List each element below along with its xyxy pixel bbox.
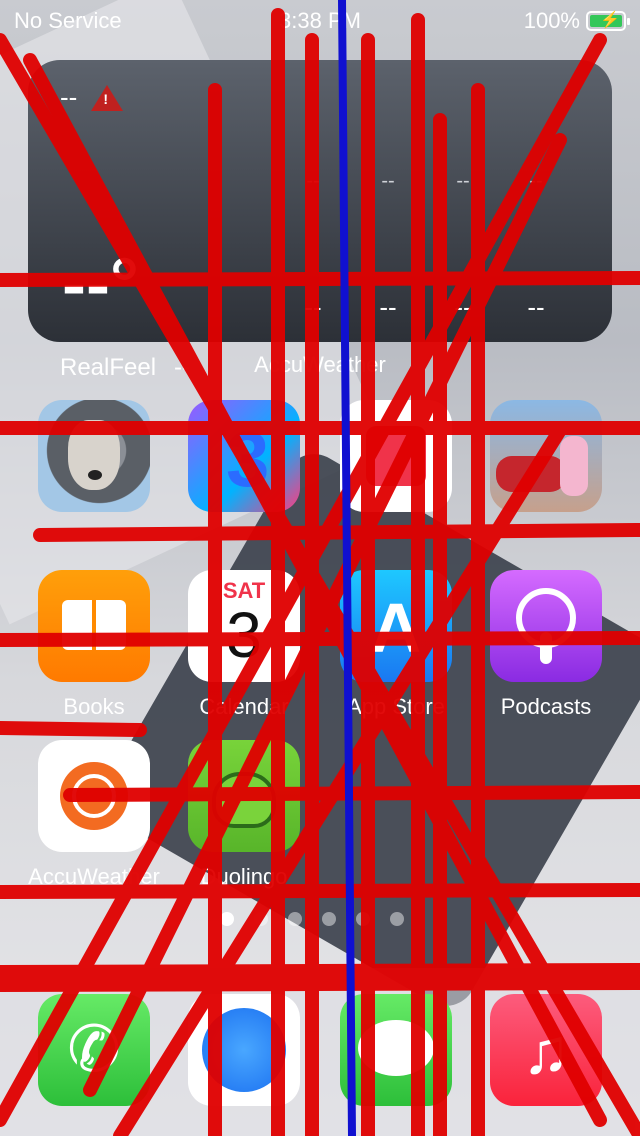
duolingo-owl-icon xyxy=(188,740,300,852)
app-label: Podcasts xyxy=(500,694,592,719)
app-label: Books xyxy=(63,694,125,719)
books-icon xyxy=(38,570,150,682)
widget-temperature: --° xyxy=(62,244,139,324)
page-indicator[interactable] xyxy=(220,912,404,926)
forecast-hour: -- xyxy=(456,170,470,192)
app-number-game[interactable]: 3 xyxy=(188,400,300,524)
app-wolf-game[interactable] xyxy=(38,400,150,524)
page-dot[interactable] xyxy=(322,912,336,926)
podcasts-icon xyxy=(490,570,602,682)
app-label: Calendar xyxy=(199,694,289,719)
weather-widget[interactable]: -- ! --° RealFeel -- -- -- -- -- -- -- -… xyxy=(28,60,612,381)
app-label: AccuWeather xyxy=(28,864,160,889)
clock: 3:38 PM xyxy=(279,8,361,33)
app-app-store[interactable]: A App Store xyxy=(340,570,452,720)
page-dot[interactable] xyxy=(254,912,268,926)
forecast-hour: -- xyxy=(306,170,320,192)
forecast-temp: -- xyxy=(454,292,472,322)
app-calendar[interactable]: SAT 3 Calendar xyxy=(188,570,300,720)
app-news[interactable] xyxy=(340,400,452,524)
dock-music[interactable]: ♫ xyxy=(490,994,602,1106)
app-label: App Store xyxy=(347,694,445,719)
calendar-icon: SAT 3 xyxy=(188,570,300,682)
app-label: Duolingo xyxy=(200,864,288,889)
safari-compass-icon xyxy=(188,994,300,1106)
music-note-icon: ♫ xyxy=(490,994,602,1106)
app-books[interactable]: Books xyxy=(38,570,150,720)
app-podcasts[interactable]: Podcasts xyxy=(490,570,602,720)
forecast-hour: -- xyxy=(381,170,395,192)
widget-app-label: AccuWeather xyxy=(254,352,386,377)
dock-phone[interactable]: ✆ xyxy=(38,994,150,1106)
page-dot[interactable] xyxy=(356,912,370,926)
forecast-temp: -- xyxy=(379,292,397,322)
forecast-hour: -- xyxy=(529,170,543,192)
wolf-app-icon xyxy=(38,400,150,512)
battery-group: 100% ⚡ xyxy=(523,8,630,34)
messages-bubble-icon xyxy=(340,994,452,1106)
app-roblox-game[interactable] xyxy=(490,400,602,524)
roblox-game-app-icon xyxy=(490,400,602,512)
accuweather-sun-icon xyxy=(38,740,150,852)
game-app-icon: 3 xyxy=(188,400,300,512)
dock-safari[interactable] xyxy=(188,994,300,1106)
calendar-date: 3 xyxy=(226,599,262,671)
forecast-temp: -- xyxy=(304,292,322,322)
app-store-icon: A xyxy=(340,570,452,682)
page-dot[interactable] xyxy=(390,912,404,926)
carrier-label: No Service xyxy=(14,8,122,33)
page-dot[interactable] xyxy=(220,912,234,926)
battery-percent: 100% xyxy=(523,8,580,33)
app-duolingo[interactable]: Duolingo xyxy=(188,740,300,890)
app-accuweather[interactable]: AccuWeather xyxy=(28,740,160,890)
news-app-icon xyxy=(340,400,452,512)
battery-icon: ⚡ xyxy=(586,11,630,31)
warning-icon: ! xyxy=(91,84,124,111)
widget-location: -- xyxy=(60,82,78,112)
widget-header: -- ! xyxy=(60,82,124,113)
page-dot[interactable] xyxy=(288,912,302,926)
dock-messages[interactable] xyxy=(340,994,452,1106)
phone-icon: ✆ xyxy=(38,994,150,1106)
status-bar: No Service 3:38 PM 100% ⚡ xyxy=(0,0,640,40)
forecast-temp: -- xyxy=(527,292,545,322)
